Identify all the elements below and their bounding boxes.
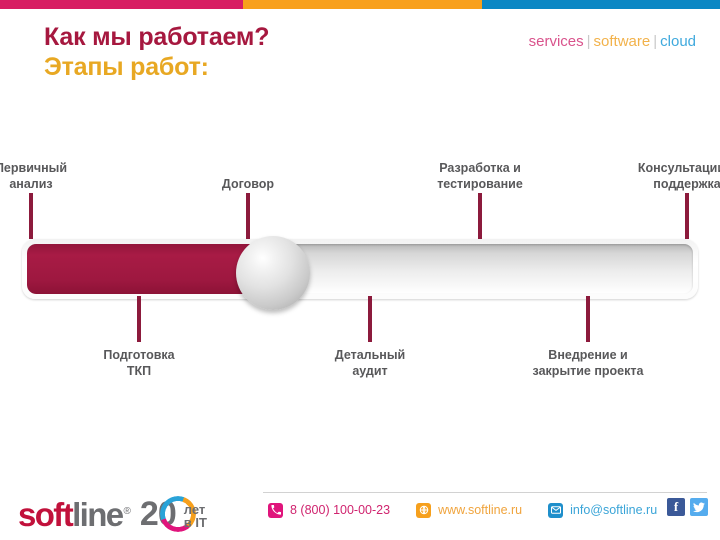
envelope-icon: [548, 502, 564, 518]
phone-icon: [268, 502, 283, 518]
page-title: Как мы работаем? Этапы работ:: [44, 23, 269, 82]
stage-tick: [29, 193, 33, 239]
tagline-software: software: [593, 33, 651, 50]
slide-header: Как мы работаем? Этапы работ: services | s…: [0, 9, 720, 109]
contact-phone[interactable]: 8 (800) 100-00-23: [268, 502, 391, 518]
top-accent-bar: [0, 0, 720, 9]
softline-logo: soft line ® 20 лет в IT: [18, 495, 207, 533]
twitter-icon[interactable]: [690, 498, 708, 516]
stage-tick: [246, 193, 250, 239]
stage-tick: [685, 193, 689, 239]
process-timeline: Первичный анализ Договор Разработка и тест…: [0, 120, 720, 410]
contact-website-text: www.softline.ru: [438, 503, 523, 517]
stage-tick: [586, 296, 590, 342]
progress-slider-handle[interactable]: [236, 236, 310, 310]
tagline-services: services: [528, 33, 584, 50]
stage-label: Подготовка ТКП: [103, 348, 175, 378]
contact-phone-text: 8 (800) 100-00-23: [290, 503, 391, 517]
footer-divider: [263, 492, 707, 493]
footer-social-links: f: [662, 498, 708, 516]
stage-label: Разработка и тестирование: [437, 161, 523, 191]
facebook-icon[interactable]: f: [667, 498, 685, 516]
contact-email[interactable]: info@softline.ru: [548, 502, 658, 518]
stage-tick: [137, 296, 141, 342]
stage-label: Консультации и поддержка: [637, 161, 720, 191]
stage-label: Внедрение и закрытие проекта: [532, 348, 644, 378]
progress-bar-track-frame: [22, 239, 698, 299]
accent-segment-blue: [482, 0, 720, 9]
stage-label: Детальный аудит: [334, 348, 406, 378]
contact-email-text: info@softline.ru: [570, 503, 658, 517]
logo-text-line: line: [72, 496, 124, 533]
anniversary-number: 20: [140, 496, 196, 532]
progress-bar[interactable]: [22, 239, 698, 299]
anniversary-caption: лет в IT: [183, 501, 207, 530]
anniversary-caption-line1: лет: [183, 501, 206, 517]
anniversary-caption-line2: в IT: [183, 514, 207, 530]
title-main: Как мы работаем?: [44, 23, 270, 51]
brand-tagline: services | software | cloud: [529, 33, 696, 50]
tagline-separator-2: |: [653, 33, 658, 50]
tagline-separator-1: |: [586, 33, 591, 50]
tagline-cloud: cloud: [660, 33, 696, 50]
contact-website[interactable]: www.softline.ru: [416, 502, 523, 518]
footer-contacts: 8 (800) 100-00-23 www.softline.ru info@s…: [268, 499, 683, 521]
slide-footer: soft line ® 20 лет в IT 8 (800) 100-00-23 …: [0, 486, 720, 540]
title-subtitle: Этапы работ:: [44, 52, 209, 81]
progress-bar-track: [27, 244, 693, 294]
globe-icon: [416, 502, 432, 518]
stage-label: Договор: [221, 177, 275, 191]
stage-tick: [368, 296, 372, 342]
logo-text-soft: soft: [18, 496, 74, 533]
accent-segment-orange: [243, 0, 482, 9]
stage-tick: [478, 193, 482, 239]
stage-label: Первичный анализ: [0, 161, 68, 191]
accent-segment-pink: [0, 0, 243, 9]
registered-trademark-icon: ®: [123, 506, 131, 517]
